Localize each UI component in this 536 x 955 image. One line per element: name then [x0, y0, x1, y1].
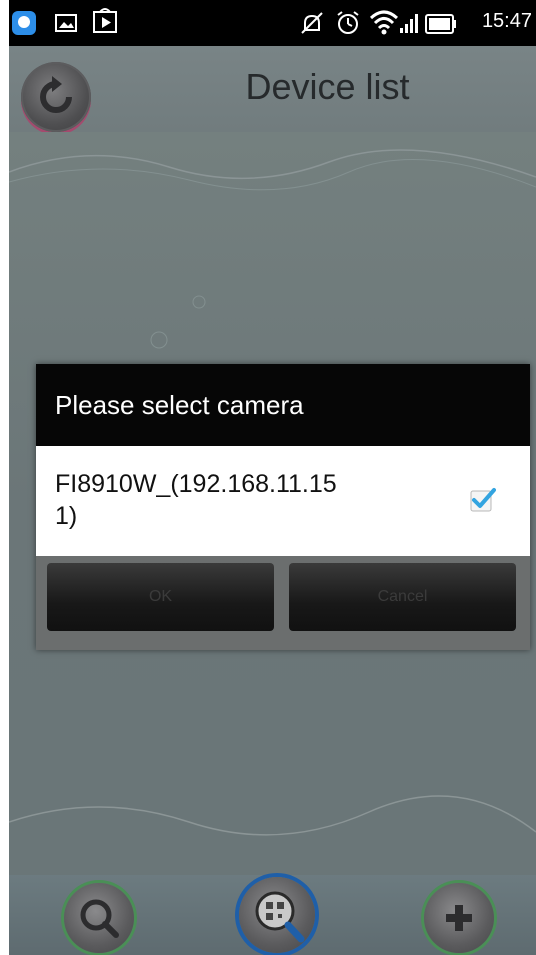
signal-icon: [400, 14, 418, 33]
cancel-button[interactable]: Cancel: [289, 563, 516, 631]
camera-list: FI8910W_(192.168.11.151): [36, 446, 530, 556]
status-time: 15:47: [481, 10, 532, 32]
mute-icon: [301, 12, 323, 34]
ok-button[interactable]: OK: [47, 563, 274, 631]
app-screen: 15:47 Device list Please select camera F…: [9, 0, 536, 955]
page-title: Device list: [245, 66, 410, 107]
dialog-button-bar: OK Cancel: [36, 556, 530, 650]
app-notification-icon: [12, 11, 36, 35]
camera-item-label: FI8910W_(192.168.11.151): [55, 470, 337, 530]
add-icon: [446, 905, 472, 931]
status-bar: 15:47: [9, 0, 536, 46]
search-button[interactable]: [64, 883, 134, 953]
qr-scan-button[interactable]: [239, 877, 315, 953]
header-bar: Device list: [9, 46, 536, 132]
dialog-title-bar: Please select camera: [36, 364, 530, 446]
play-store-icon: [93, 8, 117, 33]
qr-scan-icon: [255, 891, 305, 943]
wifi-icon: [369, 10, 399, 35]
bottom-toolbar: [9, 875, 536, 955]
alarm-icon: [337, 11, 359, 34]
search-icon: [80, 899, 119, 938]
add-button[interactable]: [424, 883, 494, 953]
checkbox-checked-icon[interactable]: [470, 486, 496, 512]
select-camera-dialog: Please select camera FI8910W_(192.168.11…: [36, 364, 530, 650]
dialog-title: Please select camera: [55, 390, 304, 420]
image-icon: [55, 14, 77, 32]
battery-icon: [425, 14, 456, 34]
list-item[interactable]: FI8910W_(192.168.11.151): [36, 446, 530, 556]
